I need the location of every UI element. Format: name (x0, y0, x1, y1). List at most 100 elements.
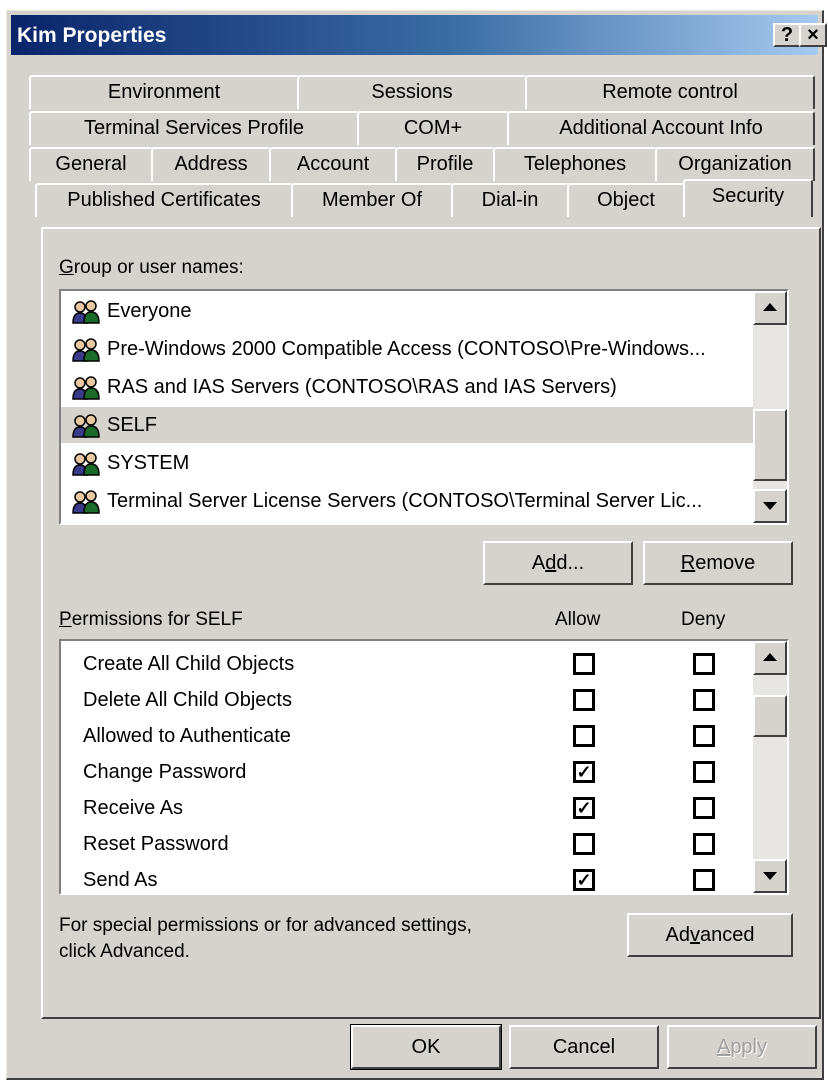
tab-address[interactable]: Address (151, 147, 271, 181)
apply-button[interactable]: Apply (667, 1025, 817, 1069)
allow-checkbox[interactable] (573, 689, 595, 711)
permissions-scroll-thumb[interactable] (753, 695, 787, 737)
group-names-label: Group or user names: (59, 257, 244, 279)
group-list-item[interactable]: Pre-Windows 2000 Compatible Access (CONT… (61, 331, 755, 367)
group-users-icon (72, 452, 100, 476)
deny-checkbox[interactable] (693, 833, 715, 855)
tab-terminal-services-profile[interactable]: Terminal Services Profile (29, 111, 359, 145)
permissions-label-rest: ermissions for SELF (71, 609, 243, 630)
permission-name: Receive As (83, 797, 184, 819)
group-users-icon (72, 300, 100, 324)
group-name: RAS and IAS Servers (CONTOSO\RAS and IAS… (107, 376, 617, 398)
group-name: Pre-Windows 2000 Compatible Access (CONT… (107, 338, 706, 360)
allow-header: Allow (555, 609, 601, 630)
group-list-item[interactable]: RAS and IAS Servers (CONTOSO\RAS and IAS… (61, 369, 755, 405)
tab-account[interactable]: Account (269, 147, 397, 181)
group-users-icon (72, 414, 100, 438)
group-name: SELF (107, 414, 158, 436)
allow-checkbox[interactable] (573, 653, 595, 675)
arrow-down-icon (763, 502, 777, 510)
tab-profile[interactable]: Profile (395, 147, 495, 181)
arrow-down-icon (763, 872, 777, 880)
deny-checkbox[interactable] (693, 797, 715, 819)
group-users-icon (72, 376, 100, 400)
apply-button-rest: pply (730, 1036, 768, 1058)
tab-telephones[interactable]: Telephones (493, 147, 657, 181)
permissions-scroll-down-button[interactable] (753, 859, 787, 893)
permission-name: Create All Child Objects (83, 653, 295, 675)
group-list-scroll-thumb[interactable] (753, 409, 787, 481)
group-name: Terminal Server License Servers (CONTOSO… (107, 490, 703, 512)
permission-name: Change Password (83, 761, 247, 783)
advanced-button-rest: anced (699, 924, 755, 946)
group-name: SYSTEM (107, 452, 190, 474)
permissions-scrollbar[interactable] (753, 641, 787, 893)
advanced-accel: v (689, 924, 700, 946)
remove-accel: R (680, 552, 696, 574)
advanced-hint-line2: click Advanced. (59, 941, 190, 962)
tab-security[interactable]: Security (683, 179, 813, 217)
permissions-list[interactable]: Create All Child Objects Delete All Child… (59, 639, 789, 895)
group-list-scroll-down-button[interactable] (753, 489, 787, 523)
allow-checkbox[interactable] (573, 725, 595, 747)
tab-object[interactable]: Object (567, 183, 685, 217)
group-list-item[interactable]: Everyone (61, 293, 755, 329)
allow-checkbox[interactable]: ✓ (573, 761, 595, 783)
permission-name: Delete All Child Objects (83, 689, 292, 711)
ok-button[interactable]: OK (350, 1024, 502, 1070)
deny-checkbox[interactable] (693, 689, 715, 711)
help-button[interactable]: ? (773, 23, 801, 47)
permissions-scroll-up-button[interactable] (753, 641, 787, 675)
tab-member-of[interactable]: Member Of (291, 183, 453, 217)
arrow-up-icon (763, 303, 777, 311)
add-accel: d (545, 552, 557, 574)
security-tab-panel: Group or user names: Everyone Pre-Windows… (41, 227, 821, 1019)
cancel-button[interactable]: Cancel (509, 1025, 659, 1069)
window-title: Kim Properties (17, 24, 167, 47)
permissions-label: Permissions for SELF (59, 609, 243, 631)
tab-sessions[interactable]: Sessions (297, 75, 527, 109)
allow-checkbox[interactable] (573, 833, 595, 855)
deny-header: Deny (681, 609, 726, 630)
tab-published-certificates[interactable]: Published Certificates (35, 183, 293, 217)
group-users-icon (72, 338, 100, 362)
permission-name: Allowed to Authenticate (83, 725, 291, 747)
group-list-scrollbar[interactable] (753, 291, 787, 523)
group-list-scroll-up-button[interactable] (753, 291, 787, 325)
permissions-label-accel: P (59, 609, 72, 630)
allow-checkbox[interactable]: ✓ (573, 869, 595, 891)
group-users-icon (72, 490, 100, 514)
tab-additional-account-info[interactable]: Additional Account Info (507, 111, 815, 145)
title-bar[interactable]: Kim Properties ? × (11, 15, 827, 55)
add-button[interactable]: Add... (483, 541, 633, 585)
close-button[interactable]: × (799, 23, 827, 47)
apply-accel: A (716, 1036, 731, 1058)
group-names-label-accel: G (59, 257, 74, 278)
advanced-button[interactable]: Advanced (627, 913, 793, 957)
properties-dialog: Kim Properties ? × Environment Sessions Re… (6, 10, 827, 1080)
tab-dial-in[interactable]: Dial-in (451, 183, 569, 217)
group-list-item[interactable]: SELF (61, 407, 755, 443)
group-user-list[interactable]: Everyone Pre-Windows 2000 Compatible Acce… (59, 289, 789, 525)
arrow-up-icon (763, 653, 777, 661)
add-button-rest: d... (556, 552, 585, 574)
tab-organization[interactable]: Organization (655, 147, 815, 181)
permission-name: Send As (83, 869, 158, 891)
deny-checkbox[interactable] (693, 869, 715, 891)
tab-com[interactable]: COM+ (357, 111, 509, 145)
advanced-hint-line1: For special permissions or for advanced … (59, 915, 472, 936)
allow-checkbox[interactable]: ✓ (573, 797, 595, 819)
tab-remote-control[interactable]: Remote control (525, 75, 815, 109)
group-name: Everyone (107, 300, 192, 322)
tab-general[interactable]: General (29, 147, 153, 181)
remove-button-rest: emove (695, 552, 756, 574)
deny-checkbox[interactable] (693, 761, 715, 783)
tab-environment[interactable]: Environment (29, 75, 299, 109)
group-list-item[interactable]: SYSTEM (61, 445, 755, 481)
group-names-label-rest: roup or user names: (73, 257, 244, 278)
deny-checkbox[interactable] (693, 653, 715, 675)
permission-name: Reset Password (83, 833, 229, 855)
remove-button[interactable]: Remove (643, 541, 793, 585)
group-list-item[interactable]: Terminal Server License Servers (CONTOSO… (61, 483, 755, 519)
deny-checkbox[interactable] (693, 725, 715, 747)
